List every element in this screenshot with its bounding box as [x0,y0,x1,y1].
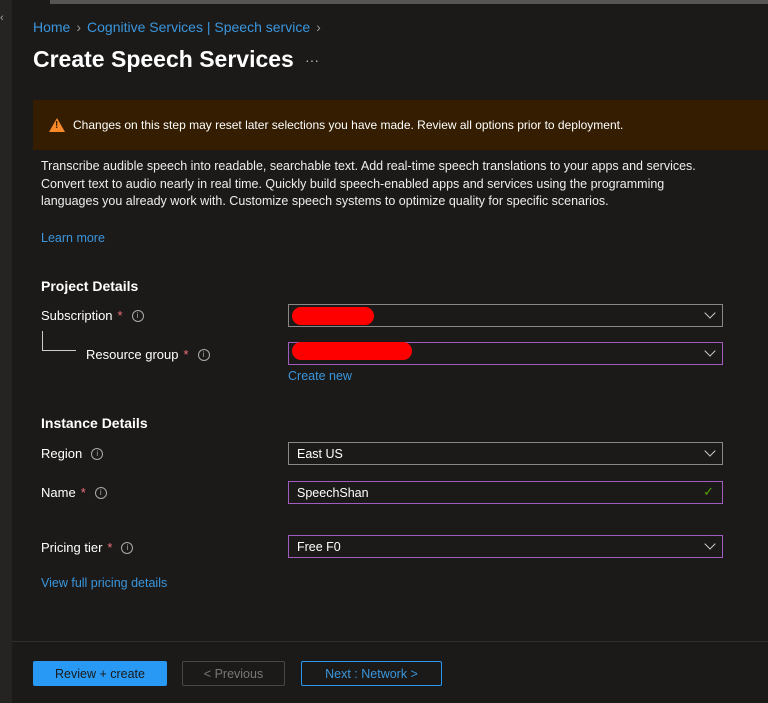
breadcrumb-speech-service[interactable]: Cognitive Services | Speech service [87,19,310,35]
chevron-down-icon [704,307,716,319]
label-text: Pricing tier [41,540,103,555]
next-network-button[interactable]: Next : Network > [301,661,442,686]
chevron-right-icon: › [316,19,321,35]
info-icon[interactable]: i [91,447,104,460]
resource-group-dropdown[interactable] [288,342,723,365]
label-text: Region [41,446,83,461]
required-mark: * [80,485,86,500]
page-title: Create Speech Services [33,46,294,72]
info-icon[interactable]: i [131,309,144,322]
chevron-down-icon [704,345,716,357]
previous-button[interactable]: < Previous [182,661,285,686]
top-scrollbar[interactable] [50,0,768,4]
label-text: Resource group [86,347,179,362]
warning-text: Changes on this step may reset later sel… [73,118,624,132]
info-icon[interactable]: i [94,486,107,499]
breadcrumb-home[interactable]: Home [33,19,70,35]
pricing-tier-dropdown[interactable]: Free F0 [288,535,723,558]
redaction-mark [292,342,412,360]
region-value: East US [297,446,343,461]
label-text: Name [41,485,76,500]
learn-more-link[interactable]: Learn more [41,231,105,245]
required-mark: * [117,308,123,323]
info-icon[interactable]: i [121,541,134,554]
region-label: Region i [41,446,104,461]
breadcrumb: Home › Cognitive Services | Speech servi… [33,19,321,35]
pricing-value: Free F0 [297,539,341,554]
redaction-mark [292,307,374,325]
resource-group-label: Resource group * i [86,347,210,362]
description: Transcribe audible speech into readable,… [41,159,696,208]
collapse-chevron-icon[interactable]: ‹ [0,12,4,24]
subscription-label: Subscription * i [41,308,144,323]
label-text: Subscription [41,308,113,323]
create-new-link[interactable]: Create new [288,369,352,383]
tree-connector [42,331,76,351]
view-pricing-link[interactable]: View full pricing details [41,576,167,590]
subscription-dropdown[interactable] [288,304,723,327]
required-mark: * [183,347,189,362]
info-icon[interactable]: i [197,348,210,361]
left-collapse-strip[interactable]: ‹ [0,0,12,703]
project-details-heading: Project Details [41,278,139,294]
footer-divider [12,641,768,642]
warning-banner: Changes on this step may reset later sel… [33,100,768,150]
checkmark-icon: ✓ [703,484,714,499]
region-dropdown[interactable]: East US [288,442,723,465]
more-options-button[interactable]: ··· [305,52,319,68]
name-label: Name * i [41,485,107,500]
name-value: SpeechShan [297,485,369,500]
warning-icon [49,118,65,132]
chevron-down-icon [704,538,716,550]
instance-details-heading: Instance Details [41,415,148,431]
chevron-right-icon: › [76,19,82,35]
review-create-button[interactable]: Review + create [33,661,167,686]
pricing-tier-label: Pricing tier * i [41,540,134,555]
required-mark: * [107,540,113,555]
name-input[interactable]: SpeechShan ✓ [288,481,723,504]
chevron-down-icon [704,445,716,457]
